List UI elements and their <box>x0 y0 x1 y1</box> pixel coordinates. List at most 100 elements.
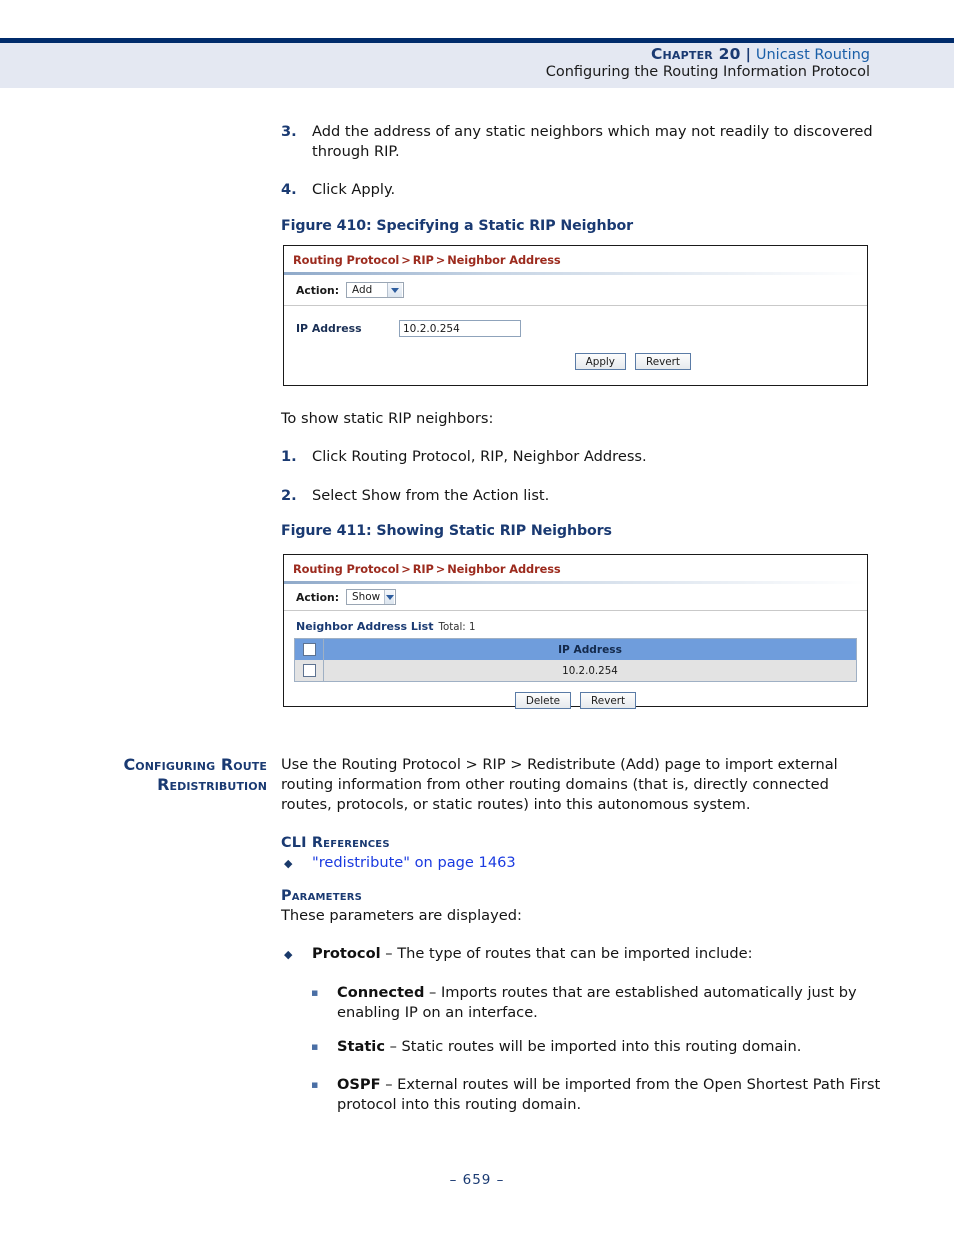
action-row: Action: Show <box>284 584 867 610</box>
step-text: Select Show from the Action list. <box>312 487 550 504</box>
step-text: Click Routing Protocol, RIP, Neighbor Ad… <box>312 448 647 465</box>
table-row[interactable]: 10.2.0.254 <box>294 660 857 682</box>
section-heading-margin: Configuring Route Redistribution <box>90 755 267 795</box>
sub-parameter-term: OSPF <box>337 1076 381 1093</box>
sub-parameter-term: Static <box>337 1038 385 1055</box>
chevron-down-icon <box>384 590 395 604</box>
table-header-row: IP Address <box>294 638 857 660</box>
sub-bullet-item: ▪ Static – Static routes will be importe… <box>281 1037 881 1057</box>
select-all-checkbox[interactable] <box>302 643 316 656</box>
breadcrumb-separator: > <box>401 253 411 267</box>
page-footer: – 659 – <box>0 1172 954 1188</box>
figure-410-caption-wrap: Figure 410: Specifying a Static RIP Neig… <box>281 218 881 234</box>
breadcrumb: Routing Protocol > RIP > Neighbor Address <box>284 246 867 272</box>
square-bullet-icon: ▪ <box>311 1078 319 1091</box>
breadcrumb-part-2[interactable]: RIP <box>413 253 434 267</box>
parameter-dash: – <box>380 945 398 962</box>
row-checkbox[interactable] <box>302 664 316 677</box>
neighbor-address-table: IP Address 10.2.0.254 <box>294 638 857 682</box>
step-item: 1. Click Routing Protocol, RIP, Neighbor… <box>281 447 881 467</box>
figure-411-screenshot: Routing Protocol > RIP > Neighbor Address Ac… <box>283 554 868 709</box>
cli-reference-link[interactable]: "redistribute" on page 1463 <box>312 854 516 871</box>
figure-411-caption-wrap: Figure 411: Showing Static RIP Neighbors <box>281 523 881 539</box>
breadcrumb-part-3[interactable]: Neighbor Address <box>447 562 561 576</box>
diamond-bullet-icon: ◆ <box>284 857 293 870</box>
figure-411-caption: Figure 411: Showing Static RIP Neighbors <box>281 523 612 539</box>
show-step-2: 2. Select Show from the Action list. <box>281 486 881 506</box>
step-number: 4. <box>281 181 297 198</box>
section-body-wrap: Use the Routing Protocol > RIP > Redistr… <box>281 755 881 815</box>
step-item: 3. Add the address of any static neighbo… <box>281 122 881 162</box>
step-number: 1. <box>281 448 297 465</box>
section-heading-line-1: Configuring Route <box>123 755 267 774</box>
delete-button[interactable]: Delete <box>514 692 572 709</box>
step-number: 2. <box>281 487 297 504</box>
step-4: 4. Click Apply. <box>281 180 881 200</box>
step-item: 4. Click Apply. <box>281 180 881 200</box>
cli-references-heading: CLI References <box>281 835 390 851</box>
step-3: 3. Add the address of any static neighbo… <box>281 122 881 162</box>
parameters-block: Parameters These parameters are displaye… <box>281 888 881 926</box>
ip-address-label: IP Address <box>296 322 362 335</box>
show-intro-wrap: To show static RIP neighbors: <box>281 409 881 429</box>
ip-address-input[interactable]: 10.2.0.254 <box>399 320 521 337</box>
page-content: 3. Add the address of any static neighbo… <box>0 0 954 1235</box>
parameter-connected: ▪ Connected – Imports routes that are es… <box>281 983 881 1023</box>
parameters-intro: These parameters are displayed: <box>281 907 522 924</box>
action-select[interactable]: Show <box>346 589 397 605</box>
figure-410-button-row: Apply Revert <box>284 347 867 384</box>
ip-address-row: IP Address 10.2.0.254 <box>284 306 867 347</box>
revert-button[interactable]: Revert <box>580 692 637 709</box>
action-row: Action: Add <box>284 275 867 305</box>
row-select-cell <box>294 660 324 682</box>
breadcrumb-separator: > <box>435 253 446 267</box>
sub-parameter-text: External routes will be imported from th… <box>337 1076 881 1113</box>
bullet-item: ◆ Protocol – The type of routes that can… <box>281 944 881 964</box>
action-select[interactable]: Add <box>346 282 405 298</box>
step-text: Click Apply. <box>312 181 396 198</box>
square-bullet-icon: ▪ <box>311 986 319 999</box>
sub-bullet-item: ▪ OSPF – External routes will be importe… <box>281 1075 881 1115</box>
select-all-cell <box>294 638 324 660</box>
show-intro: To show static RIP neighbors: <box>281 410 494 427</box>
parameter-static: ▪ Static – Static routes will be importe… <box>281 1037 881 1057</box>
breadcrumb-part-1[interactable]: Routing Protocol <box>293 562 399 576</box>
action-label: Action: <box>296 283 340 297</box>
sub-parameter-term: Connected <box>337 984 425 1001</box>
parameter-ospf: ▪ OSPF – External routes will be importe… <box>281 1075 881 1115</box>
breadcrumb-separator: > <box>401 562 411 576</box>
breadcrumb-part-3[interactable]: Neighbor Address <box>447 253 561 267</box>
square-bullet-icon: ▪ <box>311 1040 319 1053</box>
parameter-term: Protocol <box>312 945 381 962</box>
parameters-heading: Parameters <box>281 888 363 904</box>
sub-parameter-dash: – <box>380 1076 398 1093</box>
action-select-value: Add <box>352 284 373 296</box>
figure-410-screenshot: Routing Protocol > RIP > Neighbor Address Ac… <box>283 245 868 386</box>
breadcrumb-part-2[interactable]: RIP <box>413 562 434 576</box>
parameter-protocol: ◆ Protocol – The type of routes that can… <box>281 944 881 964</box>
figure-410-caption: Figure 410: Specifying a Static RIP Neig… <box>281 218 634 234</box>
column-header-ip-address[interactable]: IP Address <box>323 638 857 660</box>
sub-parameter-text: Static routes will be imported into this… <box>401 1038 802 1055</box>
sub-bullet-item: ▪ Connected – Imports routes that are es… <box>281 983 881 1023</box>
cli-reference-item: ◆ "redistribute" on page 1463 <box>281 853 881 873</box>
cli-references-block: CLI References ◆ "redistribute" on page … <box>281 835 881 873</box>
step-item: 2. Select Show from the Action list. <box>281 486 881 506</box>
page-number: – 659 – <box>449 1172 505 1188</box>
cell-ip-address: 10.2.0.254 <box>323 660 857 682</box>
figure-411-button-row: Delete Revert <box>284 682 867 719</box>
action-label: Action: <box>296 590 340 604</box>
revert-button[interactable]: Revert <box>634 353 691 370</box>
parameter-text: The type of routes that can be imported … <box>397 945 753 962</box>
action-select-value: Show <box>352 591 381 603</box>
step-number: 3. <box>281 123 297 140</box>
section-heading-line-2: Redistribution <box>157 775 267 794</box>
chevron-down-icon <box>387 283 403 297</box>
list-title-text: Neighbor Address List <box>296 620 434 633</box>
list-total: Total: 1 <box>438 622 476 633</box>
breadcrumb: Routing Protocol > RIP > Neighbor Address <box>284 555 867 581</box>
section-body: Use the Routing Protocol > RIP > Redistr… <box>281 756 838 813</box>
apply-button[interactable]: Apply <box>574 353 626 370</box>
breadcrumb-part-1[interactable]: Routing Protocol <box>293 253 399 267</box>
sub-parameter-dash: – <box>424 984 441 1001</box>
